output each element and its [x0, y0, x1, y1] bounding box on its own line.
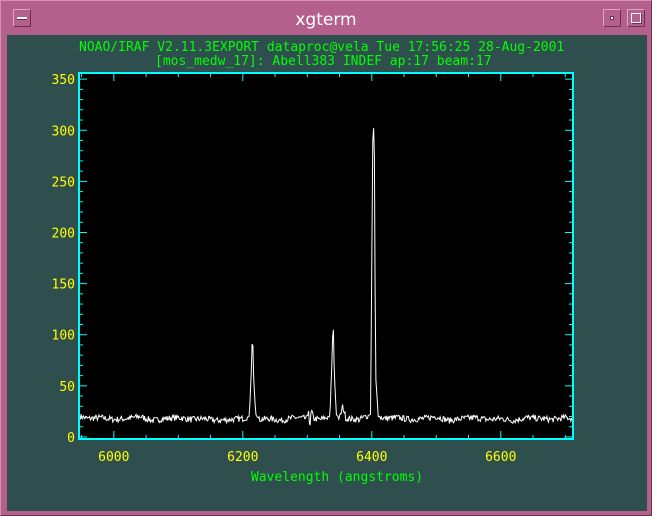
minimize-icon[interactable]: [603, 9, 621, 27]
spectrum-plot: NOAO/IRAF V2.11.3EXPORT dataproc@vela Tu…: [52, 40, 574, 485]
x-tick-label: 6600: [485, 450, 516, 465]
xgterm-window: xgterm NOAO/IRAF V2.11.3EXPORT dataproc@…: [0, 0, 652, 516]
y-tick-label: 300: [52, 124, 75, 139]
y-tick-label: 100: [52, 329, 75, 344]
y-tick-label: 50: [59, 380, 75, 395]
plot-header-line1: NOAO/IRAF V2.11.3EXPORT dataproc@vela Tu…: [79, 40, 564, 55]
x-tick-labels: 6000 6200 6400 6600: [98, 450, 516, 465]
x-tick-label: 6000: [98, 450, 129, 465]
terminal-area[interactable]: NOAO/IRAF V2.11.3EXPORT dataproc@vela Tu…: [7, 35, 647, 511]
window-title: xgterm: [295, 10, 357, 30]
y-tick-labels: 0 50 100 150 200 250 300 350: [52, 73, 75, 446]
y-tick-label: 200: [52, 226, 75, 241]
x-axis-label: Wavelength (angstroms): [251, 470, 423, 485]
plot-frame: [78, 72, 574, 440]
maximize-icon[interactable]: [627, 9, 645, 27]
x-tick-label: 6200: [227, 450, 258, 465]
x-tick-label: 6400: [356, 450, 387, 465]
y-tick-label: 150: [52, 278, 75, 293]
y-tick-label: 0: [67, 431, 75, 446]
plot-header-line2: [mos_medw_17]: Abell383 INDEF ap:17 beam…: [155, 54, 492, 69]
y-tick-label: 350: [52, 73, 75, 88]
title-bar[interactable]: xgterm: [5, 5, 647, 33]
y-tick-label: 250: [52, 175, 75, 190]
